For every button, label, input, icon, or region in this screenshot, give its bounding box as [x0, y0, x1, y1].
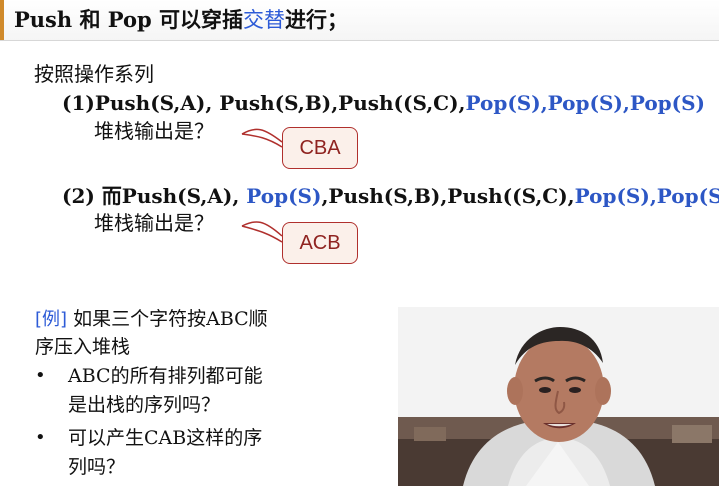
title-accent-bar: [0, 0, 4, 40]
example-2-prefix: (2) 而Push(S,A),: [62, 184, 247, 208]
title-post: 进行；: [285, 7, 349, 32]
speaker-video-image: [398, 307, 719, 486]
example-2-pop-2: Pop(S),Pop(S): [574, 184, 719, 208]
example-1-prefix: (1)Push(S,A), Push(S,B),Push((S,C),: [62, 91, 466, 115]
example-text-1: 如果三个字符按ABC顺: [73, 308, 268, 330]
example-2-middle: ,Push(S,B),Push((S,C),: [321, 184, 575, 208]
bullet-1-line-1: ABC的所有排列都可能: [68, 365, 263, 387]
title-pre: Push 和 Pop 可以穿插: [14, 7, 244, 32]
answer-1-box: CBA: [282, 127, 358, 169]
example-2: (2) 而Push(S,A), Pop(S),Push(S,B),Push((S…: [62, 183, 719, 209]
example-line-2: 序压入堆栈: [35, 336, 131, 358]
answer-2-box: ACB: [282, 222, 358, 264]
bullet-2-marker: •: [35, 427, 46, 448]
speaker-video-panel: [398, 307, 719, 486]
intro-heading: 按照操作系列: [34, 62, 154, 86]
bullet-2-line-1: 可以产生CAB这样的序: [68, 427, 263, 449]
example-2-pop-1: Pop(S): [246, 184, 322, 208]
bullet-1-marker: •: [35, 365, 46, 386]
slide-title: Push 和 Pop 可以穿插交替进行；: [14, 6, 348, 34]
example-tag: [例]: [35, 309, 68, 330]
title-bar: Push 和 Pop 可以穿插交替进行；: [0, 0, 719, 41]
bullet-2-line-2: 列吗？: [68, 456, 126, 478]
example-line-1: [例] 如果三个字符按ABC顺: [35, 307, 268, 332]
bullet-1-line-2: 是出栈的序列吗？: [68, 394, 221, 416]
question-2: 堆栈输出是？: [94, 211, 214, 235]
example-1: (1)Push(S,A), Push(S,B),Push((S,C),Pop(S…: [62, 90, 705, 116]
question-1: 堆栈输出是？: [94, 119, 214, 143]
example-1-pop-sequence: Pop(S),Pop(S),Pop(S): [465, 91, 706, 115]
title-highlight: 交替: [243, 8, 286, 32]
